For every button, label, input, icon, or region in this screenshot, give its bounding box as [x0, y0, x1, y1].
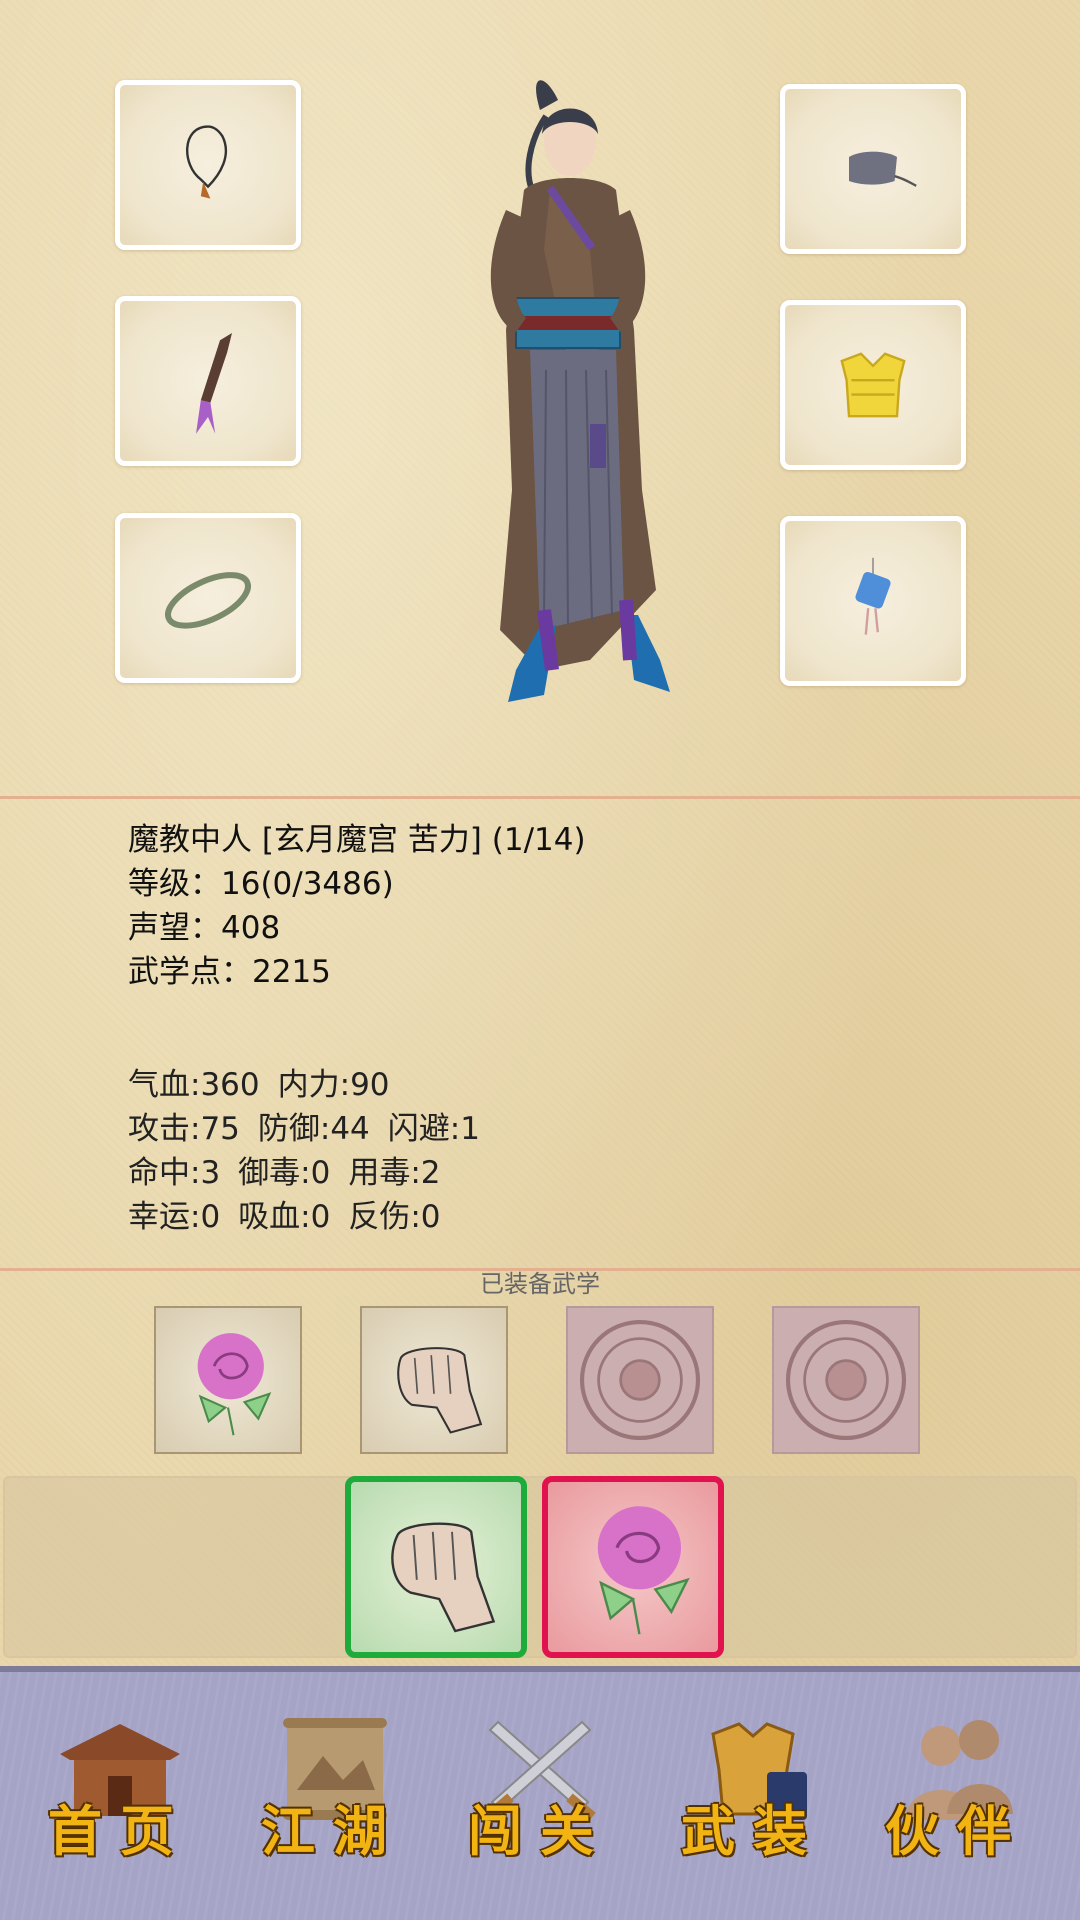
equip-slot-accessory[interactable]: [780, 516, 966, 686]
fist-skill-icon: [397, 1347, 483, 1434]
character-info: 魔教中人 [玄月魔宫 苦力] (1/14) 等级：16(0/3486) 声望：4…: [128, 818, 586, 994]
nav-jianghu-label: 江湖: [261, 1799, 405, 1863]
necklace-icon: [186, 125, 228, 199]
rose-skill-icon: [197, 1333, 272, 1436]
nav-companions[interactable]: 伙伴: [862, 1700, 1052, 1880]
character-title: 魔教中人 [玄月魔宫 苦力] (1/14): [128, 822, 586, 858]
stat-reflect: 反伤:0: [348, 1199, 441, 1235]
character-stats: 气血:360 内力:90 攻击:75 防御:44 闪避:1 命中:3 御毒:0 用毒:2 …: [128, 1063, 498, 1239]
nav-equipment-label: 武装: [681, 1799, 825, 1863]
armor-vest-icon: [840, 352, 906, 418]
nav-jianghu[interactable]: 江湖: [238, 1700, 428, 1880]
stat-attack: 攻击:75: [128, 1111, 240, 1147]
skill-slot-4[interactable]: [772, 1306, 920, 1454]
character-level: 等级：16(0/3486): [128, 866, 394, 902]
hat-icon: [849, 151, 917, 187]
character-martial-points: 武学点：2215: [128, 954, 331, 990]
nav-equipment[interactable]: 武装: [658, 1700, 848, 1880]
stat-lifesteal: 吸血:0: [238, 1199, 331, 1235]
dagger-icon: [196, 333, 232, 434]
stats-row: 攻击:75 防御:44 闪避:1: [128, 1107, 498, 1151]
stat-defense: 防御:44: [257, 1111, 370, 1147]
active-skill-fist[interactable]: [345, 1476, 527, 1658]
skill-selection-panel: [3, 1476, 1077, 1658]
bracelet-icon: [165, 572, 251, 629]
equip-slot-necklace[interactable]: [115, 80, 301, 250]
equip-slot-armor[interactable]: [780, 300, 966, 470]
nav-companions-label: 伙伴: [885, 1799, 1029, 1863]
stat-poison-resist: 御毒:0: [238, 1155, 331, 1191]
skill-slot-3[interactable]: [566, 1306, 714, 1454]
locked-medallion-icon: [579, 1319, 701, 1441]
equip-slot-weapon[interactable]: [115, 296, 301, 466]
stat-mp: 内力:90: [277, 1067, 390, 1103]
fist-skill-icon: [391, 1522, 496, 1633]
active-skill-rose[interactable]: [542, 1476, 724, 1658]
locked-medallion-icon: [785, 1319, 907, 1441]
stats-row: 幸运:0 吸血:0 反伤:0: [128, 1195, 498, 1239]
skill-slot-2[interactable]: [360, 1306, 508, 1454]
nav-challenge[interactable]: 闯关: [445, 1700, 635, 1880]
divider-top: [0, 796, 1080, 799]
equipped-skills-label: 已装备武学: [480, 1270, 600, 1298]
equip-slot-hat[interactable]: [780, 84, 966, 254]
nav-home[interactable]: 首页: [25, 1700, 215, 1880]
pendant-icon: [855, 557, 891, 635]
nav-challenge-label: 闯关: [468, 1799, 612, 1863]
character-portrait: [490, 80, 670, 702]
stat-poison-use: 用毒:2: [348, 1155, 441, 1191]
nav-home-label: 首页: [48, 1799, 192, 1863]
stat-hp: 气血:360: [128, 1067, 260, 1103]
stats-row: 气血:360 内力:90: [128, 1063, 498, 1107]
stats-row: 命中:3 御毒:0 用毒:2: [128, 1151, 498, 1195]
skill-slot-1[interactable]: [154, 1306, 302, 1454]
stat-hit: 命中:3: [128, 1155, 221, 1191]
character-reputation: 声望：408: [128, 910, 281, 946]
stat-dodge: 闪避:1: [387, 1111, 480, 1147]
equip-slot-bracelet[interactable]: [115, 513, 301, 683]
rose-skill-icon: [597, 1506, 690, 1635]
stat-luck: 幸运:0: [128, 1199, 221, 1235]
